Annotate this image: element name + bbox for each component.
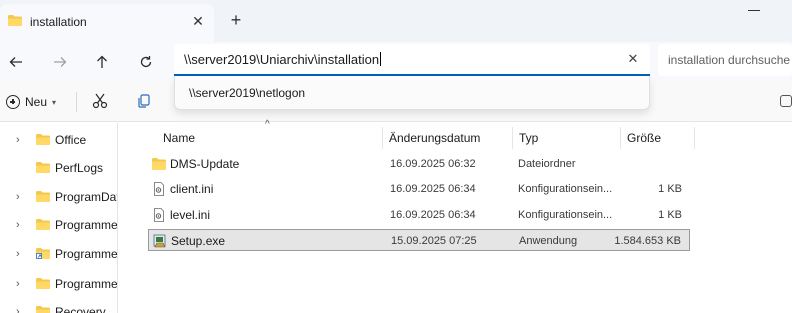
text-caret <box>380 52 382 66</box>
tab-title: installation <box>30 15 87 29</box>
file-row[interactable]: DMS-Update 16.09.2025 06:32 Dateiordner <box>148 153 690 175</box>
minimize-icon[interactable] <box>748 10 760 11</box>
up-icon[interactable] <box>90 50 114 74</box>
column-header-date[interactable]: Änderungsdatum <box>389 131 480 145</box>
sidebar-item-programme-x86[interactable]: › Programme ( <box>0 273 118 295</box>
sidebar-item-label: Programme <box>55 218 118 232</box>
view-icon[interactable] <box>780 95 792 107</box>
copy-icon[interactable] <box>136 93 152 109</box>
cut-icon[interactable] <box>92 93 108 109</box>
clear-icon[interactable]: ✕ <box>626 52 640 66</box>
file-size: 1.584.653 KB <box>614 235 681 247</box>
folder-icon <box>36 134 50 145</box>
file-row-selected[interactable]: Setup.exe 15.09.2025 07:25 Anwendung 1.5… <box>148 229 690 251</box>
column-divider[interactable] <box>382 127 383 149</box>
column-header-type[interactable]: Typ <box>519 131 538 145</box>
column-divider[interactable] <box>620 127 621 149</box>
sidebar-item-perflogs[interactable]: PerfLogs <box>0 157 117 179</box>
chevron-right-icon[interactable]: › <box>16 248 20 260</box>
column-divider[interactable] <box>694 127 695 149</box>
chevron-down-icon: ▾ <box>52 97 57 107</box>
search-box[interactable]: installation durchsuche <box>658 44 792 76</box>
file-name: level.ini <box>170 208 211 222</box>
new-tab-icon[interactable]: + <box>228 11 244 29</box>
sidebar-item-label: PerfLogs <box>55 161 104 175</box>
folder-icon <box>36 278 50 289</box>
file-type: Dateiordner <box>518 158 576 170</box>
forward-icon[interactable] <box>48 50 72 74</box>
address-suggestions: \\server2019\netlogon <box>174 76 650 110</box>
sidebar-item-label: Programme ( <box>55 277 118 291</box>
column-header-name[interactable]: Name <box>163 131 195 145</box>
tab-close-icon[interactable]: ✕ <box>190 13 206 29</box>
file-date: 16.09.2025 06:32 <box>390 158 476 170</box>
sidebar-item-office[interactable]: › Office <box>0 129 117 151</box>
folder-icon <box>36 219 50 230</box>
file-name: client.ini <box>170 182 214 196</box>
file-date: 16.09.2025 06:34 <box>390 209 476 221</box>
column-divider[interactable] <box>512 127 513 149</box>
sidebar-item-programdata[interactable]: › ProgramData <box>0 186 117 208</box>
tab-bar: installation ✕ + <box>0 0 792 42</box>
folder-shortcut-icon <box>36 248 50 259</box>
chevron-right-icon[interactable]: › <box>16 219 20 231</box>
file-type: Konfigurationsein... <box>518 183 613 195</box>
back-icon[interactable] <box>4 50 28 74</box>
file-date: 15.09.2025 07:25 <box>391 235 477 247</box>
file-size: 1 KB <box>658 183 682 195</box>
ini-file-icon <box>154 208 164 222</box>
file-name: DMS-Update <box>170 157 240 171</box>
tab-installation[interactable]: installation ✕ <box>0 4 214 42</box>
folder-icon <box>8 15 22 26</box>
file-row[interactable]: client.ini 16.09.2025 06:34 Konfiguratio… <box>148 178 690 200</box>
chevron-right-icon[interactable]: › <box>16 191 20 203</box>
sidebar-item-label: Office <box>55 133 87 147</box>
address-bar[interactable]: \\server2019\Uniarchiv\installation ✕ <box>174 44 650 76</box>
sidebar-item-programme-shortcut[interactable]: › Programme <box>0 243 118 265</box>
new-button-label: Neu <box>25 95 48 109</box>
sidebar-item-label: Programme <box>55 247 118 261</box>
file-type: Konfigurationsein... <box>518 209 613 221</box>
file-date: 16.09.2025 06:34 <box>390 183 476 195</box>
folder-icon <box>152 158 166 170</box>
sidebar-item-recovery[interactable]: › Recovery <box>0 301 117 313</box>
ini-file-icon <box>154 182 164 196</box>
search-input[interactable]: installation durchsuche <box>668 53 790 67</box>
file-row[interactable]: level.ini 16.09.2025 06:34 Konfiguration… <box>148 204 690 226</box>
refresh-icon[interactable] <box>134 50 158 74</box>
folder-icon <box>36 191 50 202</box>
setup-exe-icon <box>153 234 166 248</box>
file-name: Setup.exe <box>171 234 226 248</box>
address-input[interactable]: \\server2019\Uniarchiv\installation <box>184 52 382 67</box>
new-button[interactable]: Neu ▾ <box>6 92 56 112</box>
suggestion-item[interactable]: \\server2019\netlogon <box>189 86 305 100</box>
folder-icon <box>36 162 50 173</box>
sort-ascending-icon: ^ <box>265 119 270 130</box>
file-type: Anwendung <box>519 235 578 247</box>
sidebar-item-label: ProgramData <box>55 190 117 204</box>
chevron-right-icon[interactable]: › <box>16 278 20 290</box>
toolbar-divider <box>76 92 77 112</box>
sidebar-item-programme[interactable]: › Programme <box>0 214 118 236</box>
file-list: ^ Name Änderungsdatum Typ Größe DMS-Upda… <box>119 119 792 313</box>
navigation-pane: › Office PerfLogs › ProgramData › Progra… <box>0 123 118 313</box>
add-icon <box>6 95 20 109</box>
chevron-right-icon[interactable]: › <box>16 306 20 313</box>
chevron-right-icon[interactable]: › <box>16 134 20 146</box>
column-header-size[interactable]: Größe <box>627 131 661 145</box>
sidebar-item-label: Recovery <box>55 305 106 313</box>
file-size: 1 KB <box>658 209 682 221</box>
folder-icon <box>36 306 50 313</box>
